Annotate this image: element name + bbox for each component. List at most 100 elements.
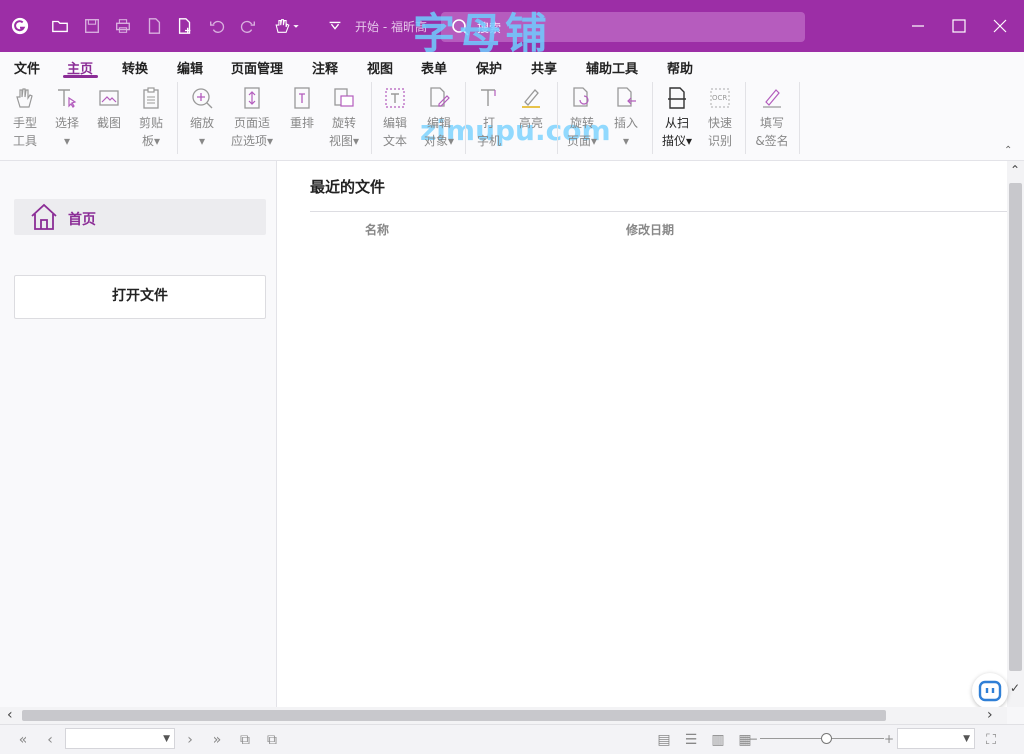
customize-toolbar-icon[interactable]: [325, 16, 345, 36]
tab-file[interactable]: 文件: [14, 58, 40, 77]
app-logo-icon[interactable]: [10, 16, 30, 36]
vertical-scrollbar[interactable]: ⌃ ✓: [1007, 161, 1024, 707]
edit-text-label: 编辑 文本: [382, 116, 407, 148]
zoom-icon: [192, 88, 213, 109]
insert-label: 插入 ▾: [613, 116, 638, 148]
new-document-icon[interactable]: [175, 16, 195, 36]
clipboard-button[interactable]: 剪贴 板▾: [129, 86, 173, 150]
first-page-icon[interactable]: «: [14, 731, 32, 749]
quick-ocr-label: 快速 识别: [707, 116, 732, 148]
rotate-page-button[interactable]: 旋转 页面▾: [560, 86, 604, 150]
document-properties-icon[interactable]: [144, 16, 164, 36]
scroll-up-icon[interactable]: ⌃: [1010, 163, 1020, 177]
close-button[interactable]: [986, 12, 1014, 40]
fullscreen-icon[interactable]: ⛶: [982, 731, 1000, 749]
column-header-modified[interactable]: 修改日期: [626, 221, 674, 238]
rotate-page-label: 旋转 页面▾: [566, 116, 598, 148]
fit-page-button[interactable]: 页面适 应选项▾: [225, 86, 279, 150]
tab-protect[interactable]: 保护: [476, 58, 502, 77]
maximize-button[interactable]: [945, 12, 973, 40]
tab-share[interactable]: 共享: [531, 58, 557, 77]
scroll-right-icon[interactable]: ›: [987, 707, 993, 723]
scanner-icon: [668, 87, 686, 109]
typewriter-icon: [481, 89, 496, 106]
tab-view[interactable]: 视图: [367, 58, 393, 77]
redo-icon[interactable]: [238, 16, 258, 36]
hand-tool-button[interactable]: 手型 工具: [3, 86, 47, 150]
tab-edit[interactable]: 编辑: [177, 58, 203, 77]
hand-tool-dropdown-icon[interactable]: [271, 16, 303, 36]
status-bar: « ‹ ▼ › » ⧉ ⧉ ▤ ☰ ▥ ▦ − + ▼ ⛶: [0, 724, 1024, 754]
ribbon-separator: [652, 82, 653, 154]
previous-view-icon[interactable]: ⧉: [236, 731, 254, 749]
tab-page-management[interactable]: 页面管理: [231, 58, 283, 77]
chevron-down-icon[interactable]: ▼: [963, 734, 970, 744]
continuous-page-icon[interactable]: ☰: [682, 731, 700, 749]
ocr-icon: OCR: [710, 88, 730, 108]
zoom-level-input[interactable]: ▼: [897, 728, 975, 749]
open-file-button[interactable]: 打开文件: [14, 275, 266, 319]
rotate-view-icon: [334, 88, 354, 107]
insert-page-icon: [617, 87, 636, 107]
column-header-name[interactable]: 名称: [365, 221, 389, 238]
vertical-scroll-thumb[interactable]: [1009, 183, 1022, 671]
fill-sign-icon: [763, 89, 781, 108]
tab-accessibility[interactable]: 辅助工具: [586, 58, 638, 77]
scroll-left-icon[interactable]: ‹: [7, 707, 13, 723]
svg-text:OCR: OCR: [712, 94, 727, 102]
previous-page-icon[interactable]: ‹: [41, 731, 59, 749]
tab-comment[interactable]: 注释: [312, 58, 338, 77]
fit-page-label: 页面适 应选项▾: [230, 116, 274, 148]
page-number-input[interactable]: ▼: [65, 728, 175, 749]
recent-files-title: 最近的文件: [310, 178, 386, 196]
sidebar-item-home[interactable]: 首页: [14, 199, 266, 235]
assistant-chat-button[interactable]: [972, 673, 1008, 709]
open-folder-icon[interactable]: [50, 16, 70, 36]
minimize-button[interactable]: [904, 12, 932, 40]
zoom-out-icon[interactable]: −: [744, 730, 762, 748]
collapse-ribbon-icon[interactable]: ⌃: [1004, 145, 1012, 156]
edit-object-button[interactable]: 编辑 对象▾: [415, 86, 463, 150]
tab-help[interactable]: 帮助: [667, 58, 693, 77]
edit-text-button[interactable]: 编辑 文本: [373, 86, 417, 150]
hand-icon: [16, 88, 33, 108]
zoom-slider-handle[interactable]: [821, 733, 832, 744]
rotate-view-label: 旋转 视图▾: [328, 116, 360, 148]
undo-icon[interactable]: [207, 16, 227, 36]
horizontal-scroll-thumb[interactable]: [22, 710, 886, 721]
snapshot-button[interactable]: 截图: [87, 86, 131, 132]
reflow-button[interactable]: 重排: [280, 86, 324, 132]
fill-sign-label: 填写 &签名: [755, 116, 789, 148]
chevron-down-icon[interactable]: ▼: [163, 734, 170, 744]
rotate-view-button[interactable]: 旋转 视图▾: [322, 86, 366, 150]
zoom-button[interactable]: 缩放 ▾: [180, 86, 224, 150]
single-page-icon[interactable]: ▤: [655, 731, 673, 749]
print-icon[interactable]: [113, 16, 133, 36]
typewriter-button[interactable]: 打 字机: [467, 86, 511, 150]
ribbon-tabs: 文件 主页 转换 编辑 页面管理 注释 视图 表单 保护 共享 辅助工具 帮助: [0, 52, 1024, 80]
edit-object-label: 编辑 对象▾: [423, 116, 455, 148]
horizontal-scrollbar[interactable]: ‹ ›: [0, 707, 1007, 724]
tab-convert[interactable]: 转换: [122, 58, 148, 77]
last-page-icon[interactable]: »: [208, 731, 226, 749]
facing-page-icon[interactable]: ▥: [709, 731, 727, 749]
next-page-icon[interactable]: ›: [181, 731, 199, 749]
quick-ocr-button[interactable]: OCR 快速 识别: [698, 86, 742, 150]
highlight-button[interactable]: 高亮: [509, 86, 553, 132]
save-icon[interactable]: [82, 16, 102, 36]
zoom-label: 缩放 ▾: [189, 116, 214, 148]
tab-form[interactable]: 表单: [421, 58, 447, 77]
active-tab-indicator: [63, 75, 98, 78]
next-view-icon[interactable]: ⧉: [263, 731, 281, 749]
fill-sign-button[interactable]: 填写 &签名: [750, 86, 794, 150]
insert-button[interactable]: 插入 ▾: [604, 86, 648, 150]
home-icon: [31, 203, 57, 230]
title-bar: 开始 - 福昕高 搜索 字母铺: [0, 0, 1024, 58]
snapshot-label: 截图: [96, 116, 121, 130]
from-scanner-button[interactable]: 从扫 描仪▾: [655, 86, 699, 150]
highlight-label: 高亮: [518, 116, 543, 130]
zoom-in-icon[interactable]: +: [880, 730, 898, 748]
scroll-down-icon[interactable]: ✓: [1010, 681, 1020, 695]
chat-bot-icon: [978, 680, 1002, 702]
select-tool-button[interactable]: 选择 ▾: [45, 86, 89, 150]
